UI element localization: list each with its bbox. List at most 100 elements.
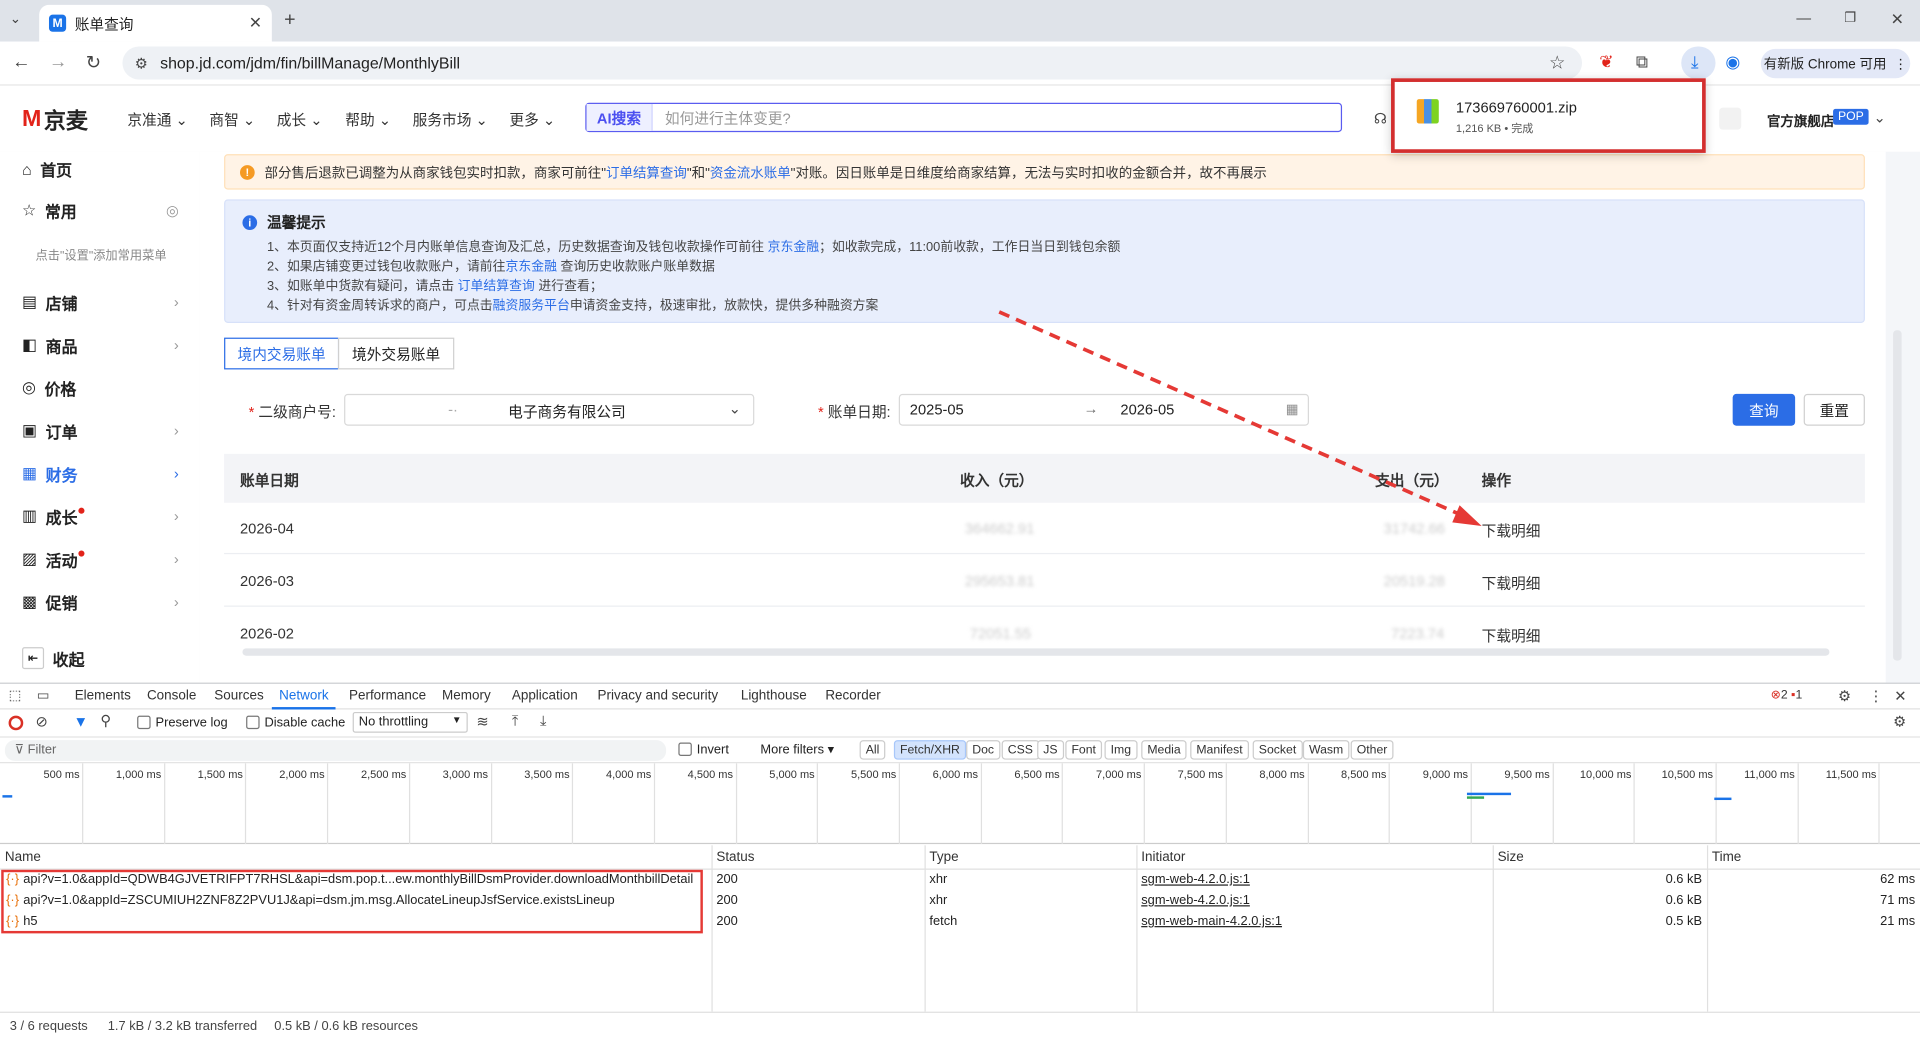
filter-chip-other[interactable]: Other xyxy=(1350,740,1394,760)
jd-finance-link[interactable]: 京东金融 xyxy=(768,240,819,255)
devtools-tab-console[interactable]: Console xyxy=(147,689,196,704)
settings-icon[interactable]: ◎ xyxy=(166,202,179,219)
more-filters-dropdown[interactable]: More filters ▾ xyxy=(760,743,834,758)
sidebar-item-favorites[interactable]: ☆ 常用 ◎ xyxy=(22,198,179,222)
download-detail-link[interactable]: 下载明细 xyxy=(1482,573,1541,594)
sidebar-item-promotion[interactable]: ▩ 促销 › xyxy=(22,590,179,614)
reset-button[interactable]: 重置 xyxy=(1803,393,1865,426)
sidebar-item-order[interactable]: ▣ 订单 › xyxy=(22,418,179,442)
col-size[interactable]: Size xyxy=(1498,850,1524,865)
record-icon[interactable] xyxy=(8,715,24,731)
filter-chip-media[interactable]: Media xyxy=(1141,740,1187,760)
download-bubble[interactable]: 173669760001.zip 1,216 KB • 完成 xyxy=(1391,78,1706,153)
close-tab-icon[interactable]: ✕ xyxy=(249,13,262,33)
devtools-tab-elements[interactable]: Elements xyxy=(75,689,131,704)
merchant-select[interactable]: -· 电子商务有限公司 ⌄ xyxy=(344,393,755,426)
new-tab-icon[interactable]: + xyxy=(284,10,295,32)
sidebar-collapse[interactable]: ⇤ 收起 xyxy=(22,646,179,670)
headset-icon[interactable]: ☊ xyxy=(1374,110,1387,127)
sidebar-item-activity[interactable]: ▨ 活动 › xyxy=(22,547,179,571)
devtools-tab-performance[interactable]: Performance xyxy=(349,689,426,704)
downloads-button[interactable]: ⤓ xyxy=(1681,46,1716,80)
devtools-tab-recorder[interactable]: Recorder xyxy=(825,689,880,704)
filter-input[interactable]: ⊽ Filter xyxy=(4,740,667,761)
window-close-icon[interactable]: ✕ xyxy=(1891,10,1904,30)
reload-icon[interactable]: ↻ xyxy=(86,51,101,74)
order-settlement-link[interactable]: 订单结算查询 xyxy=(606,166,687,181)
store-chevron-down-icon[interactable]: ⌄ xyxy=(1873,109,1885,126)
vertical-scrollbar[interactable] xyxy=(1893,330,1902,661)
site-info-icon[interactable]: ⚙ xyxy=(135,54,148,71)
network-settings-icon[interactable]: ⚙ xyxy=(1893,713,1906,730)
col-time[interactable]: Time xyxy=(1712,850,1741,865)
order-settlement-link-2[interactable]: 订单结算查询 xyxy=(458,279,535,294)
devtools-tab-lighthouse[interactable]: Lighthouse xyxy=(741,689,807,704)
nav-item-chengzhang[interactable]: 成长 ⌄ xyxy=(277,109,323,130)
clear-icon[interactable]: ⊘ xyxy=(36,713,48,730)
search-icon[interactable]: ⚲ xyxy=(100,712,111,729)
sidebar-item-finance[interactable]: ▦ 财务 › xyxy=(22,461,179,485)
chrome-update-button[interactable]: 有新版 Chrome 可用 ⋮ xyxy=(1760,48,1911,79)
forward-icon[interactable]: → xyxy=(49,51,67,72)
filter-chip-css[interactable]: CSS xyxy=(1001,740,1040,760)
devtools-tab-network[interactable]: Network xyxy=(279,689,328,704)
sidebar-item-price[interactable]: ◎ 价格 xyxy=(22,376,179,400)
import-har-icon[interactable]: ⤒ xyxy=(512,712,519,730)
request-initiator[interactable]: sgm-web-4.2.0.js:1 xyxy=(1141,872,1250,887)
download-detail-link[interactable]: 下载明细 xyxy=(1482,625,1541,646)
sidebar-item-product[interactable]: ◧ 商品 › xyxy=(22,333,179,357)
filter-icon[interactable]: ▼ xyxy=(73,713,88,730)
address-bar[interactable]: ⚙ shop.jd.com/jdm/fin/billManage/Monthly… xyxy=(122,46,1583,80)
sidebar-item-growth[interactable]: ▥ 成长 › xyxy=(22,504,179,528)
ai-search-box[interactable]: AI搜索 如何进行主体变更? xyxy=(585,102,1343,133)
throttling-select[interactable]: No throttling ▼ xyxy=(352,711,468,733)
col-name[interactable]: Name xyxy=(5,850,41,865)
request-initiator[interactable]: sgm-web-main-4.2.0.js:1 xyxy=(1141,914,1282,929)
devtools-tab-privacy[interactable]: Privacy and security xyxy=(598,689,719,704)
sidebar-item-store[interactable]: ▤ 店铺 › xyxy=(22,290,179,314)
invert-checkbox[interactable] xyxy=(678,742,692,756)
nav-item-more[interactable]: 更多 ⌄ xyxy=(509,109,555,130)
nav-item-bangzhu[interactable]: 帮助 ⌄ xyxy=(345,109,391,130)
browser-tab[interactable]: M 账单查询 ✕ xyxy=(39,4,272,42)
filter-chip-socket[interactable]: Socket xyxy=(1252,740,1303,760)
filter-chip-fetch-xhr[interactable]: Fetch/XHR xyxy=(893,740,967,760)
query-button[interactable]: 查询 xyxy=(1732,393,1796,426)
issue-counters[interactable]: ⊗2 ▪1 xyxy=(1771,689,1803,702)
sidebar-item-home[interactable]: ⌂ 首页 xyxy=(22,157,179,181)
bookmark-star-icon[interactable]: ☆ xyxy=(1549,51,1565,74)
col-initiator[interactable]: Initiator xyxy=(1141,850,1185,865)
financing-platform-link[interactable]: 融资服务平台 xyxy=(493,298,570,313)
profile-icon[interactable]: ◉ xyxy=(1725,51,1740,72)
export-har-icon[interactable]: ⤓ xyxy=(540,712,547,730)
network-conditions-icon[interactable]: ≋ xyxy=(476,713,488,730)
devtools-tab-sources[interactable]: Sources xyxy=(214,689,263,704)
filter-chip-all[interactable]: All xyxy=(859,740,886,760)
filter-chip-wasm[interactable]: Wasm xyxy=(1302,740,1350,760)
tab-search-icon[interactable]: ⌄ xyxy=(10,11,21,27)
request-initiator[interactable]: sgm-web-4.2.0.js:1 xyxy=(1141,893,1250,908)
minimize-icon[interactable]: — xyxy=(1796,10,1811,27)
fund-flow-link[interactable]: 资金流水账单 xyxy=(710,166,791,181)
filter-chip-js[interactable]: JS xyxy=(1037,740,1064,760)
preserve-log-checkbox[interactable] xyxy=(137,715,151,730)
devtools-settings-icon[interactable]: ⚙ xyxy=(1838,687,1851,704)
back-icon[interactable]: ← xyxy=(12,51,30,72)
nav-item-jingzhuntong[interactable]: 京准通 ⌄ xyxy=(127,109,187,130)
extensions-puzzle-icon[interactable]: ⧉ xyxy=(1636,51,1648,72)
horizontal-scrollbar[interactable] xyxy=(242,648,1830,656)
nav-item-service-market[interactable]: 服务市场 ⌄ xyxy=(413,109,488,130)
tab-overseas-bill[interactable]: 境外交易账单 xyxy=(337,337,455,370)
device-toolbar-icon[interactable]: ▭ xyxy=(37,687,50,704)
devtools-close-icon[interactable]: ✕ xyxy=(1894,687,1906,704)
filter-chip-doc[interactable]: Doc xyxy=(966,740,1001,760)
extension-icon[interactable]: ❦ xyxy=(1599,51,1613,72)
devtools-tab-application[interactable]: Application xyxy=(512,689,578,704)
devtools-tab-memory[interactable]: Memory xyxy=(442,689,491,704)
jd-logo[interactable]: M 京麦 xyxy=(22,104,88,136)
inspect-icon[interactable]: ⬚ xyxy=(9,687,22,704)
devtools-more-icon[interactable]: ⋮ xyxy=(1869,687,1884,704)
col-type[interactable]: Type xyxy=(929,850,958,865)
filter-chip-font[interactable]: Font xyxy=(1065,740,1103,760)
jd-finance-link-2[interactable]: 京东金融 xyxy=(506,259,557,274)
